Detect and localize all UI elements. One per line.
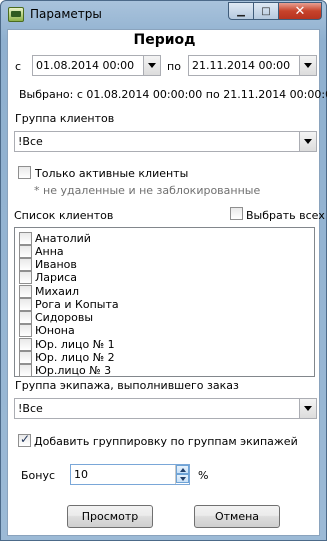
client-group-select[interactable]: !Все — [14, 131, 317, 152]
bonus-increment-button[interactable] — [176, 465, 189, 474]
list-item-checkbox[interactable] — [19, 245, 32, 258]
bonus-label: Бонус — [21, 469, 56, 482]
list-item-label: Анна — [35, 245, 64, 258]
select-all-label[interactable]: Выбрать всех — [246, 209, 325, 222]
list-item-checkbox[interactable] — [19, 324, 32, 337]
list-item-checkbox[interactable] — [19, 338, 32, 351]
selected-period-text: Выбрано: с 01.08.2014 00:00:00 по 21.11.… — [19, 88, 327, 101]
dialog-body: Период с 01.08.2014 00:00 по 21.11.2014 … — [7, 29, 327, 536]
minimize-button[interactable]: ▁ — [228, 2, 254, 20]
crew-group-value: !Все — [18, 402, 43, 415]
preview-button[interactable]: Просмотр — [67, 505, 153, 528]
list-item-label: Анатолий — [35, 232, 91, 245]
list-item-checkbox[interactable] — [19, 311, 32, 324]
list-item-label: Михаил — [35, 285, 80, 298]
active-only-label[interactable]: Только активные клиенты — [35, 167, 188, 180]
title-bar[interactable]: Параметры ▁ □ ✕ — [1, 1, 326, 29]
list-item-label: Юнона — [35, 324, 75, 337]
from-label: с — [15, 60, 22, 73]
bonus-value: 10 — [74, 468, 88, 481]
group-by-crew-label[interactable]: Добавить группировку по группам экипажей — [34, 435, 298, 448]
active-only-checkbox[interactable] — [18, 166, 31, 179]
arrow-down-icon — [180, 477, 186, 481]
window-title: Параметры — [30, 7, 102, 21]
chevron-down-icon — [304, 63, 312, 68]
list-item-label: Юр.лицо № 3 — [35, 364, 112, 377]
client-list-label: Список клиентов — [14, 209, 114, 222]
crew-group-label: Группа экипажа, выполнившего заказ — [15, 379, 239, 392]
maximize-icon: □ — [261, 5, 271, 17]
list-item-label: Лариса — [35, 271, 77, 284]
to-label: по — [167, 60, 181, 73]
crew-group-dropdown-button[interactable] — [299, 399, 316, 418]
close-icon: ✕ — [294, 3, 306, 19]
client-group-value: !Все — [18, 135, 43, 148]
to-date-dropdown-button[interactable] — [299, 56, 316, 75]
period-heading: Период — [133, 32, 196, 48]
bonus-decrement-button[interactable] — [176, 474, 189, 483]
cancel-button[interactable]: Отмена — [194, 505, 280, 528]
list-item-checkbox[interactable] — [19, 298, 32, 311]
list-item-label: Сидоровы — [35, 311, 94, 324]
to-date-value: 21.11.2014 00:00 — [192, 59, 291, 72]
app-icon — [8, 7, 24, 22]
close-button[interactable]: ✕ — [278, 2, 322, 20]
from-date-picker[interactable]: 01.08.2014 00:00 — [32, 55, 161, 76]
from-date-value: 01.08.2014 00:00 — [36, 59, 135, 72]
crew-group-select[interactable]: !Все — [14, 398, 317, 419]
chevron-down-icon — [148, 63, 156, 68]
list-item-label: Юр. лицо № 1 — [35, 338, 115, 351]
list-item-checkbox[interactable] — [19, 232, 32, 245]
client-group-dropdown-button[interactable] — [299, 132, 316, 151]
group-by-crew-checkbox[interactable] — [18, 432, 31, 447]
from-date-dropdown-button[interactable] — [143, 56, 160, 75]
list-item-checkbox[interactable] — [19, 364, 32, 377]
client-listbox[interactable]: Анатолий Анна Иванов Лариса Михаил Рога … — [14, 227, 315, 377]
to-date-picker[interactable]: 21.11.2014 00:00 — [188, 55, 317, 76]
list-item-label: Юр. лицо № 2 — [35, 351, 115, 364]
active-only-hint: * не удаленные и не заблокированные — [34, 184, 261, 197]
list-item-checkbox[interactable] — [19, 271, 32, 284]
list-item-checkbox[interactable] — [19, 258, 32, 271]
maximize-button[interactable]: □ — [253, 2, 279, 20]
parameters-window: Параметры ▁ □ ✕ Период с 01.08.2014 00:0… — [0, 0, 327, 541]
list-item-label: Иванов — [35, 258, 77, 271]
select-all-checkbox[interactable] — [230, 207, 243, 220]
bonus-spinbox[interactable]: 10 — [70, 464, 190, 485]
list-item-checkbox[interactable] — [19, 351, 32, 364]
bonus-spin-arrows — [175, 465, 189, 484]
client-group-label: Группа клиентов — [15, 112, 115, 125]
bonus-unit: % — [198, 469, 209, 482]
list-item-checkbox[interactable] — [19, 285, 32, 298]
minimize-icon: ▁ — [237, 5, 245, 17]
arrow-up-icon — [180, 468, 186, 472]
chevron-down-icon — [304, 139, 312, 144]
chevron-down-icon — [304, 406, 312, 411]
list-item-label: Рога и Копыта — [35, 298, 119, 311]
